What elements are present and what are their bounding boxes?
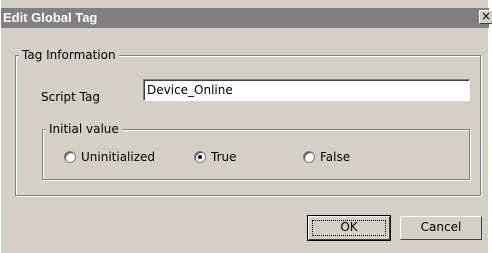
initial-value-legend: Initial value — [46, 122, 122, 136]
script-tag-input[interactable] — [143, 79, 470, 101]
script-tag-label: Script Tag — [41, 90, 100, 104]
radio-false[interactable]: False — [303, 150, 350, 164]
radio-true[interactable]: True — [194, 150, 237, 164]
radio-true-circle[interactable] — [194, 151, 206, 163]
cancel-button-label: Cancel — [420, 220, 462, 234]
radio-uninitialized[interactable]: Uninitialized — [64, 150, 155, 164]
title-bar: Edit Global Tag × — [1, 8, 492, 28]
radio-uninitialized-label: Uninitialized — [81, 150, 156, 164]
ok-button-label: OK — [340, 220, 358, 234]
close-icon: × — [480, 9, 492, 23]
ok-button[interactable]: OK — [307, 215, 391, 241]
cancel-button[interactable]: Cancel — [400, 216, 482, 240]
dialog-title: Edit Global Tag — [3, 10, 98, 25]
radio-true-label: True — [211, 150, 237, 164]
tag-information-legend: Tag Information — [19, 48, 119, 62]
initial-value-group: Initial value Uninitialized True False — [42, 122, 470, 180]
radio-false-circle[interactable] — [303, 151, 315, 163]
radio-uninitialized-circle[interactable] — [64, 151, 76, 163]
radio-false-label: False — [320, 150, 351, 164]
close-button[interactable]: × — [479, 10, 492, 24]
tag-information-group: Tag Information Script Tag Initial value… — [15, 48, 481, 196]
edit-global-tag-dialog: Edit Global Tag × Tag Information Script… — [0, 0, 492, 253]
